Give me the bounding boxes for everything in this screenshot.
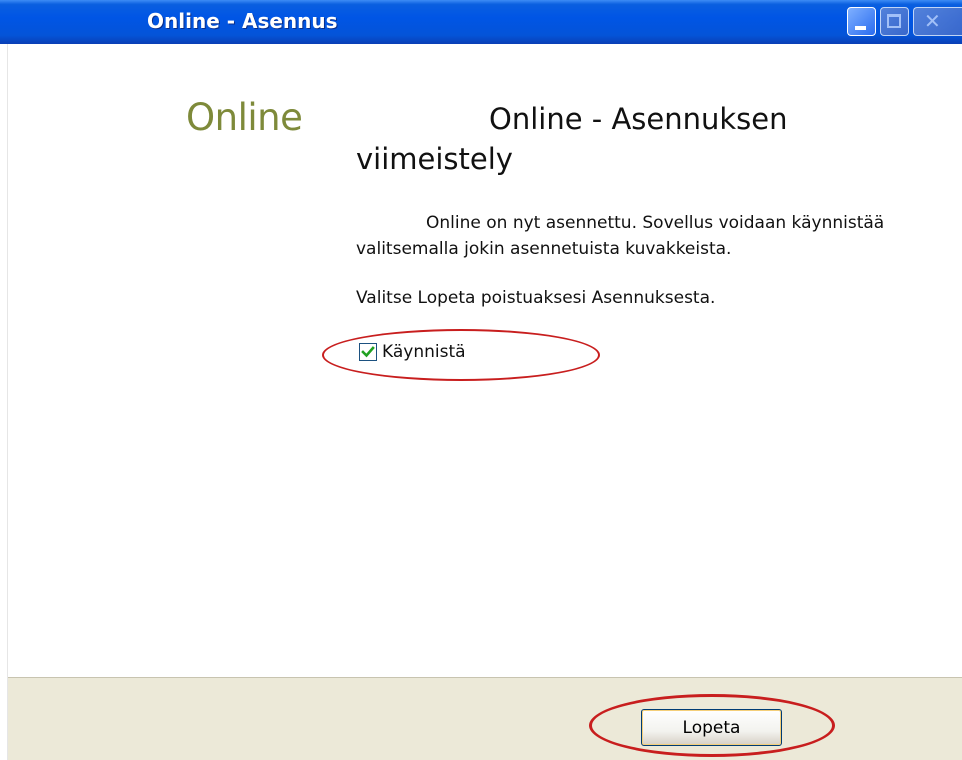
- minimize-icon: [855, 26, 866, 30]
- title-bar[interactable]: Online - Asennus ✕: [0, 0, 962, 44]
- page-heading: Online - Asennuksen viimeistely: [356, 102, 788, 176]
- completion-message: Online on nyt asennettu. Sovellus voidaa…: [356, 213, 885, 259]
- window-title: Online - Asennus: [147, 9, 338, 33]
- minimize-button[interactable]: [847, 7, 876, 36]
- maximize-icon: [887, 14, 901, 28]
- maximize-button[interactable]: [880, 7, 909, 36]
- product-logo: Online: [186, 96, 303, 139]
- finish-instruction: Valitse Lopeta poistuaksesi Asennuksesta…: [356, 288, 716, 308]
- highlight-ellipse-finish: [589, 694, 835, 757]
- installer-window: Online - Asennus ✕ Online Online - Asenn…: [0, 0, 962, 760]
- window-frame-left: [0, 44, 8, 760]
- close-button[interactable]: ✕: [913, 7, 962, 36]
- highlight-ellipse-checkbox: [322, 329, 600, 381]
- close-icon: ✕: [924, 9, 941, 33]
